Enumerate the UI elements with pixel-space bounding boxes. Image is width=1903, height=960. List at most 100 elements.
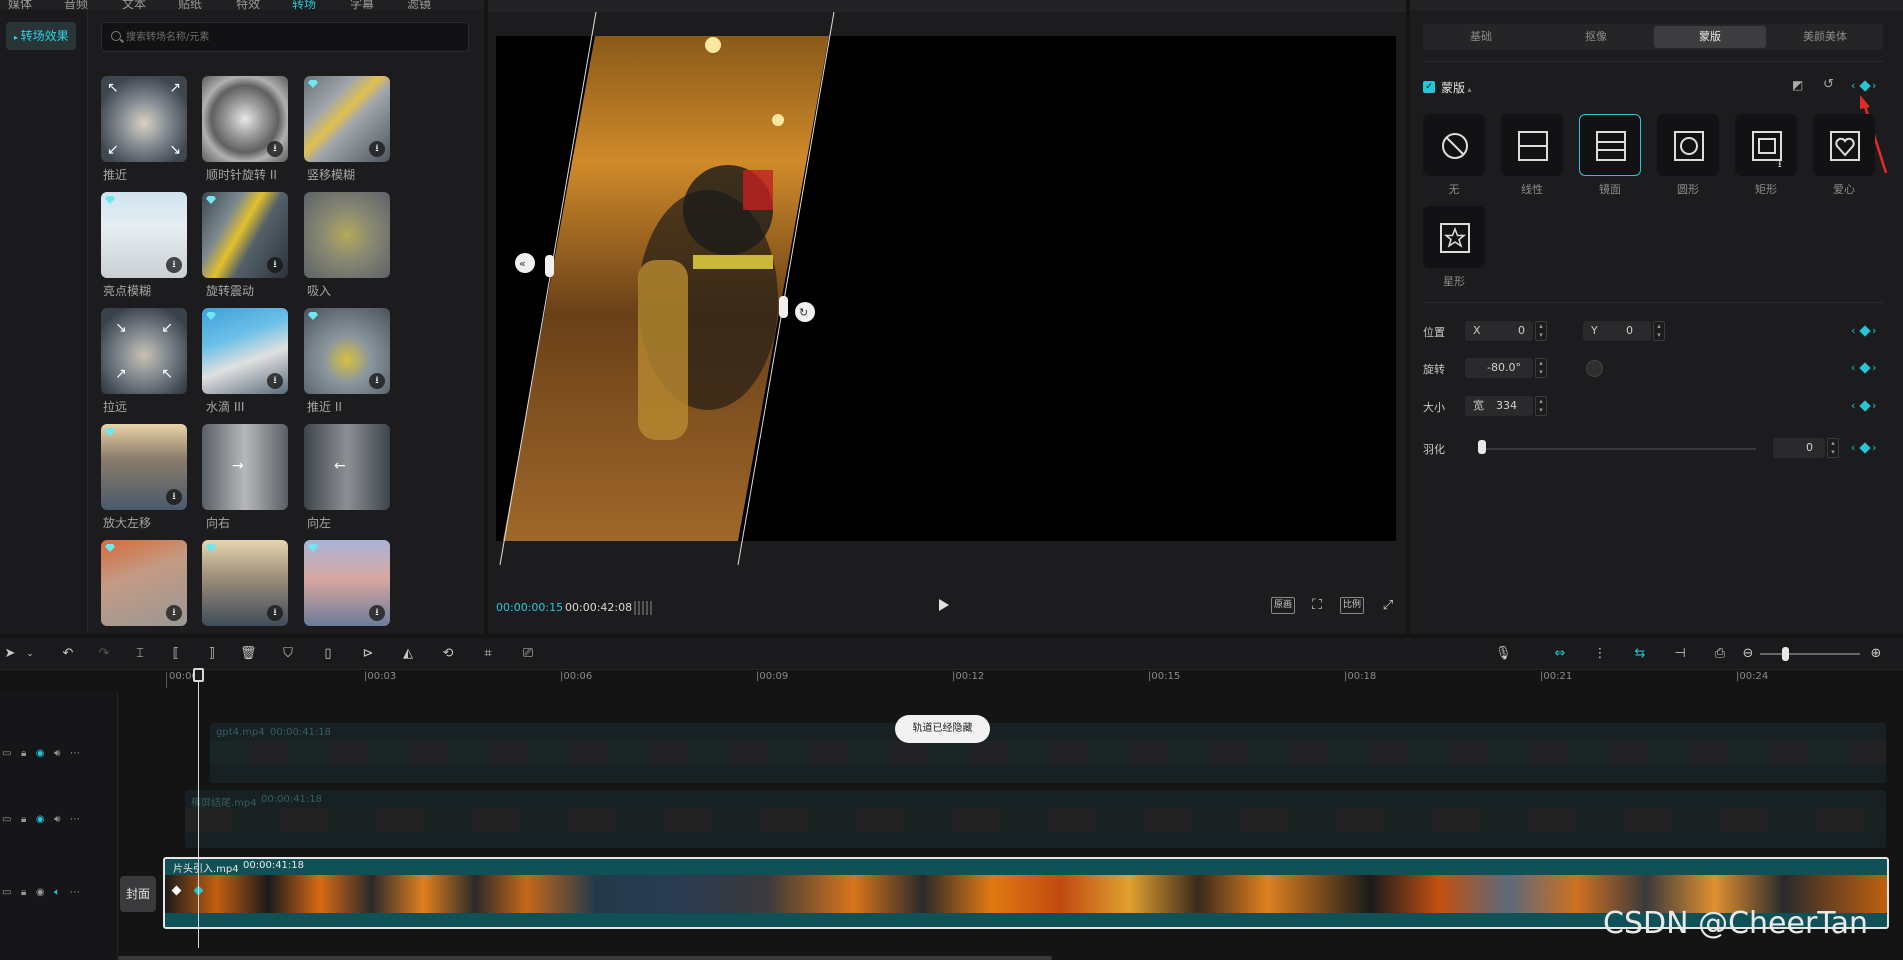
nav-filter[interactable]: 滤镜 (407, 0, 431, 10)
delete-icon[interactable]: 🗑 (240, 646, 257, 662)
zoom-out-icon[interactable]: ⊖ (1740, 646, 1756, 662)
shape-mirror[interactable] (1579, 114, 1641, 176)
shape-heart[interactable] (1813, 114, 1875, 176)
transition-tile[interactable]: ⭳ (304, 308, 390, 394)
feather-keyframe[interactable]: ‹ › (1851, 442, 1879, 454)
screen-icon[interactable]: ⎙ (1712, 646, 1728, 662)
download-icon[interactable]: ⭳ (166, 257, 182, 273)
playhead-handle[interactable] (193, 668, 204, 682)
transition-tile[interactable]: ⭳ (202, 308, 288, 394)
rotation-keyframe[interactable]: ‹ › (1851, 362, 1879, 374)
reset-icon[interactable]: ↺ (1823, 77, 1837, 92)
main-track-magnet-icon[interactable]: ⇔ (1552, 646, 1568, 662)
search-bar[interactable] (101, 22, 469, 52)
fullscreen-icon[interactable]: ⤢ (1380, 597, 1396, 614)
width-stepper[interactable]: ▴ ▾ (1535, 396, 1547, 416)
transition-tile[interactable]: ⭳ (304, 540, 390, 626)
position-keyframe[interactable]: ‹ › (1851, 325, 1879, 337)
download-icon[interactable]: ⭳ (166, 605, 182, 621)
width-field[interactable]: 宽 334 (1465, 396, 1533, 416)
nav-subtitle[interactable]: 字幕 (350, 0, 374, 10)
chevron-down-icon[interactable]: ⌄ (22, 646, 38, 662)
speaker-icon[interactable]: 🔊︎ (54, 748, 60, 759)
play-icon[interactable] (939, 599, 949, 611)
horizontal-scrollbar[interactable] (118, 956, 1052, 960)
invert-mask-icon[interactable]: ◩ (1792, 78, 1806, 92)
download-icon[interactable]: ⭳ (369, 141, 385, 157)
crop-icon[interactable]: ⌗ (480, 646, 496, 662)
trim-right-icon[interactable]: ⟧ (204, 646, 220, 662)
shape-linear[interactable] (1501, 114, 1563, 176)
reverse-icon[interactable]: ⊳ (360, 646, 376, 662)
speaker-icon[interactable]: 🔈︎ (54, 887, 60, 898)
shape-star[interactable] (1423, 206, 1485, 268)
download-icon[interactable]: ⭳ (267, 257, 283, 273)
ratio-button[interactable]: 比例 (1340, 597, 1364, 614)
transition-tile[interactable]: ⭳ (101, 540, 187, 626)
redo-icon[interactable]: ↷ (96, 646, 112, 662)
y-stepper[interactable]: ▴ ▾ (1653, 321, 1665, 341)
nav-effects[interactable]: 特效 (236, 0, 260, 10)
transition-tile[interactable]: ⭳ (304, 76, 390, 162)
screenshot-icon[interactable]: ⛶ (1308, 597, 1326, 614)
shape-circle[interactable] (1657, 114, 1719, 176)
mirror-flip-icon[interactable]: ◭ (400, 646, 416, 662)
rotation-dial-icon[interactable] (1586, 360, 1603, 377)
mask-keyframe[interactable]: ‹ › (1851, 80, 1879, 92)
transition-tile[interactable]: ↘ ↙ ↗ ↖ (101, 308, 187, 394)
tab-beauty[interactable]: 美颜美体 (1769, 26, 1881, 48)
nav-audio[interactable]: 音频 (64, 0, 88, 10)
cover-button[interactable]: 封面 (120, 876, 156, 912)
x-field[interactable]: X0 (1465, 321, 1533, 341)
timeline-grid-icon[interactable] (634, 601, 654, 615)
transition-tile[interactable]: ⭳ (202, 192, 288, 278)
track-select-icon[interactable]: ▭ (2, 814, 11, 825)
download-icon[interactable]: ⭳ (267, 605, 283, 621)
lock-icon[interactable]: 🔒︎ (21, 814, 26, 825)
rotate-icon[interactable]: ⟲ (440, 646, 456, 662)
search-input[interactable] (126, 26, 456, 48)
download-icon[interactable]: ⭳ (369, 605, 385, 621)
transition-tile[interactable]: ← (304, 424, 390, 510)
feather-slider-track[interactable] (1478, 448, 1756, 450)
zoom-in-icon[interactable]: ⊕ (1868, 646, 1884, 662)
eye-icon[interactable]: ◉ (36, 814, 45, 825)
feather-slider-thumb[interactable] (1478, 440, 1486, 454)
tab-mask[interactable]: 蒙版 (1654, 26, 1766, 48)
transition-tile[interactable]: ↖ ↗ ↙ ↘ (101, 76, 187, 162)
nav-text[interactable]: 文本 (122, 0, 146, 10)
split-icon[interactable]: ⌶ (132, 646, 148, 662)
more-icon[interactable]: ⋯ (70, 887, 80, 898)
transition-tile[interactable]: → (202, 424, 288, 510)
rotation-stepper[interactable]: ▴ ▾ (1535, 358, 1547, 378)
transition-tile[interactable]: ⭳ (202, 76, 288, 162)
speaker-icon[interactable]: 🔊︎ (54, 814, 60, 825)
shape-none[interactable] (1423, 114, 1485, 176)
track-select-icon[interactable]: ▭ (2, 887, 11, 898)
mask-enable-checkbox[interactable]: ✓ (1423, 81, 1435, 93)
snap-icon[interactable]: ⋮ (1592, 646, 1608, 662)
y-field[interactable]: Y0 (1583, 321, 1651, 341)
transition-tile[interactable]: ⭳ (101, 192, 187, 278)
video-clip-hidden-1[interactable]: gpt4.mp4 00:00:41:18 (210, 723, 1886, 783)
lock-icon[interactable]: 🔒︎ (21, 887, 26, 898)
nav-sticker[interactable]: 贴纸 (178, 0, 202, 10)
lock-icon[interactable]: 🔒︎ (21, 748, 26, 759)
transition-tile[interactable]: ⭳ (101, 424, 187, 510)
mask-overlay[interactable]: « ↻ (488, 0, 1406, 570)
tab-basic[interactable]: 基础 (1425, 26, 1537, 48)
quality-button[interactable]: 原画 (1271, 597, 1295, 614)
download-icon[interactable]: ⭳ (369, 373, 385, 389)
nav-media[interactable]: 媒体 (8, 0, 32, 10)
feather-stepper[interactable]: ▴ ▾ (1827, 438, 1839, 458)
tab-cutout[interactable]: 抠像 (1540, 26, 1652, 48)
trim-left-icon[interactable]: ⟦ (168, 646, 184, 662)
shape-rectangle[interactable]: ⭳ (1735, 114, 1797, 176)
more-icon[interactable]: ⋯ (70, 814, 80, 825)
feather-field[interactable]: 0 (1773, 438, 1825, 458)
size-keyframe[interactable]: ‹ › (1851, 400, 1879, 412)
download-icon[interactable]: ⭳ (166, 489, 182, 505)
nav-transition[interactable]: 转场 (292, 0, 316, 10)
rotation-field[interactable]: -80.0° (1465, 358, 1533, 378)
transition-tile[interactable] (304, 192, 390, 278)
